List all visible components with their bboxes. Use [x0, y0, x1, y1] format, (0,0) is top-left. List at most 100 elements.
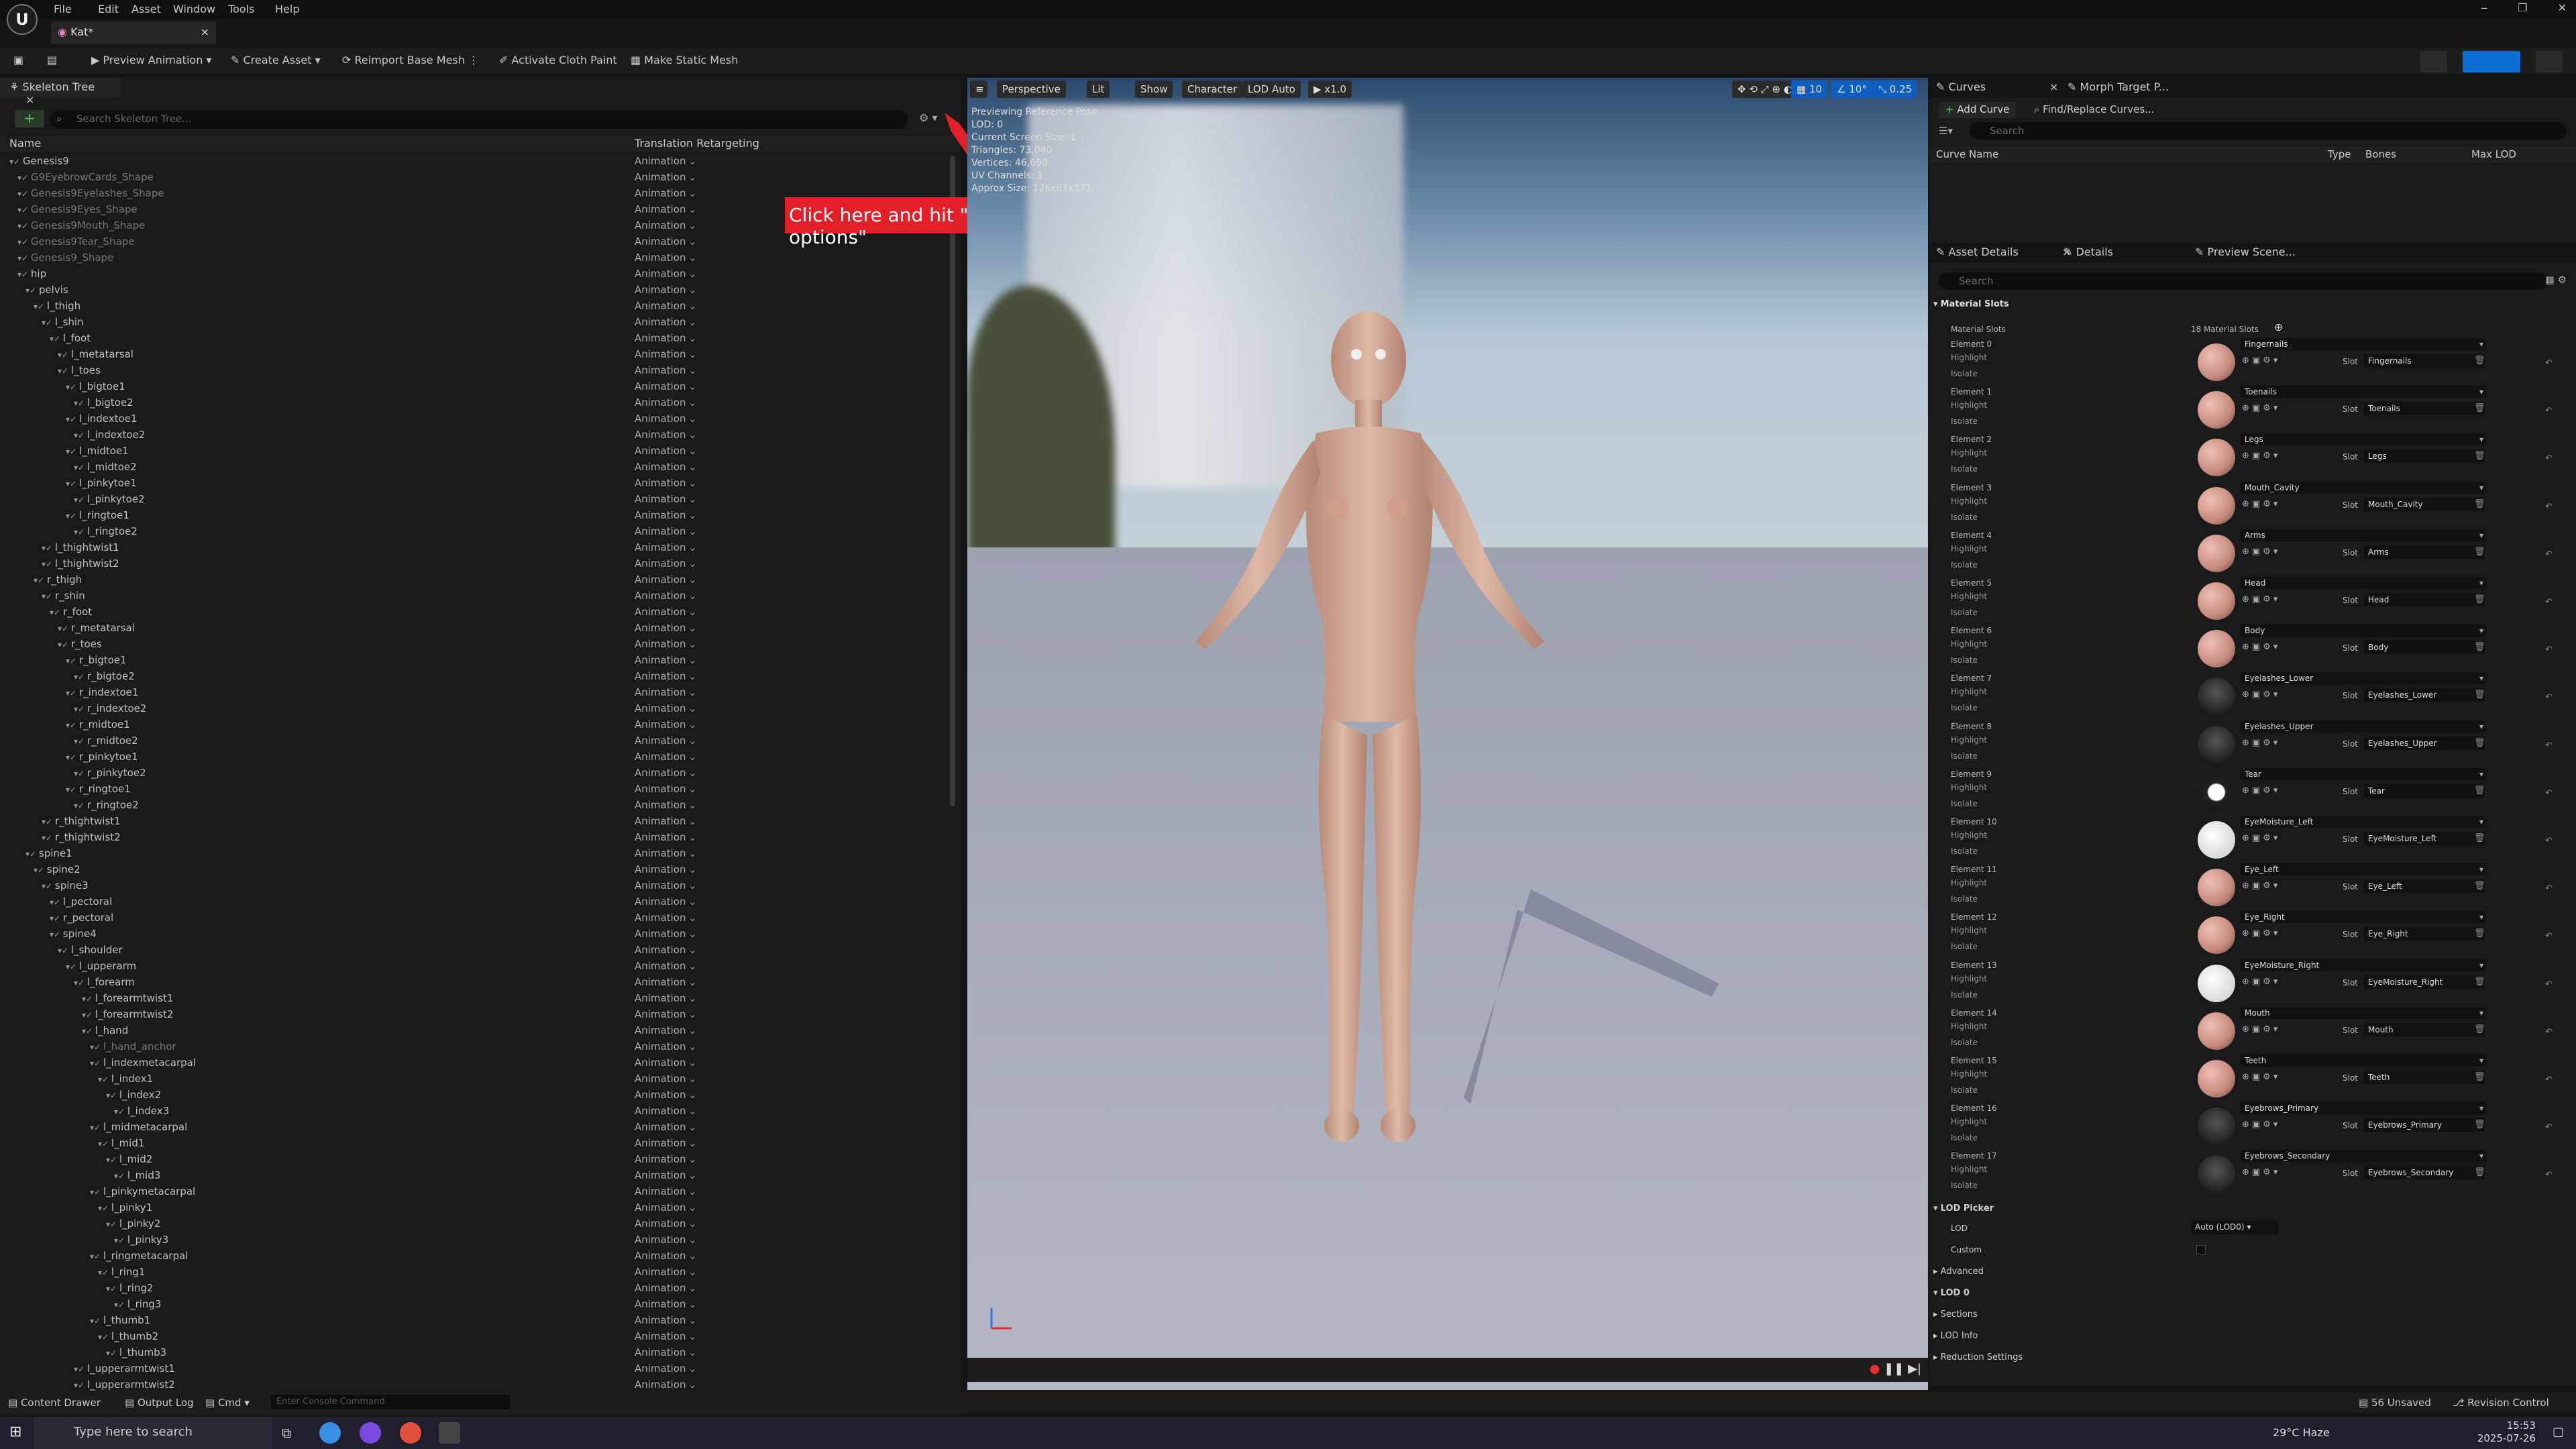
material-dropdown[interactable]: Eyebrows_Primary ▾ — [2241, 1102, 2486, 1115]
highlight-checkbox[interactable]: Highlight — [1951, 926, 1987, 935]
transform-tools[interactable]: ✥ ⟲ ⤢ ⊕ ◐ — [1732, 80, 1798, 98]
translation-retargeting-dropdown[interactable]: Animation — [635, 1234, 686, 1246]
material-action-icons[interactable]: ⊕▣⚙▾ — [2242, 499, 2280, 509]
menu-window[interactable]: Window — [173, 3, 215, 15]
bone-row[interactable]: ▾✓ spine2 Animation ⌄ — [0, 861, 953, 877]
material-thumbnail[interactable] — [2198, 964, 2235, 1002]
bone-icon[interactable]: ▾✓ — [74, 769, 87, 778]
lod0-header[interactable]: ▾ LOD 0 — [1933, 1288, 1970, 1298]
translation-retargeting-dropdown[interactable]: Animation — [635, 912, 686, 924]
bone-row[interactable]: ▾✓ l_ring3 Animation ⌄ — [0, 1296, 953, 1312]
material-dropdown[interactable]: Eyelashes_Lower ▾ — [2241, 672, 2486, 685]
lit-button[interactable]: Lit — [1087, 80, 1110, 98]
playback-controls[interactable]: ● ❚❚ ▶| — [1870, 1362, 1921, 1376]
create-asset-button[interactable]: ✎ Create Asset ▾ — [231, 54, 321, 66]
windows-start-icon[interactable]: ⊞ — [9, 1424, 21, 1440]
material-action-icons[interactable]: ⊕▣⚙▾ — [2242, 881, 2280, 891]
bone-icon[interactable]: ▾✓ — [82, 994, 95, 1004]
translation-retargeting-dropdown[interactable]: Animation — [635, 783, 686, 795]
translation-retargeting-dropdown[interactable]: Animation — [635, 1282, 686, 1294]
translation-retargeting-dropdown[interactable]: Animation — [635, 429, 686, 441]
slot-name-field[interactable]: Head — [2364, 593, 2485, 606]
isolate-checkbox[interactable]: Isolate — [1951, 990, 1978, 1000]
bone-row[interactable]: ▾✓ hip Animation ⌄ — [0, 266, 953, 282]
material-action-icons[interactable]: ⊕▣⚙▾ — [2242, 833, 2280, 843]
material-thumbnail[interactable] — [2198, 725, 2235, 763]
translation-retargeting-dropdown[interactable]: Animation — [635, 928, 686, 940]
make-static-mesh-button[interactable]: ▦ Make Static Mesh — [631, 54, 738, 66]
isolate-checkbox[interactable]: Isolate — [1951, 799, 1978, 808]
translation-retargeting-dropdown[interactable]: Animation — [635, 1040, 686, 1053]
bone-icon[interactable]: ▾✓ — [17, 189, 31, 199]
material-dropdown[interactable]: Toenails ▾ — [2241, 386, 2486, 398]
bone-icon[interactable]: ▾✓ — [74, 1381, 87, 1390]
translation-retargeting-dropdown[interactable]: Animation — [635, 477, 686, 489]
bone-row[interactable]: ▾✓ r_midtoe1 Animation ⌄ — [0, 716, 953, 733]
bone-icon[interactable]: ▾✓ — [114, 1107, 127, 1116]
material-dropdown[interactable]: Legs ▾ — [2241, 433, 2486, 446]
trash-icon[interactable]: 🗑 — [2474, 403, 2485, 413]
bone-icon[interactable]: ▾✓ — [74, 672, 87, 682]
bone-icon[interactable]: ▾✓ — [66, 447, 79, 456]
material-action-icons[interactable]: ⊕▣⚙▾ — [2242, 738, 2280, 748]
bone-row[interactable]: ▾✓ r_indextoe1 Animation ⌄ — [0, 684, 953, 700]
translation-retargeting-dropdown[interactable]: Animation — [635, 767, 686, 779]
slot-name-field[interactable]: Fingernails — [2364, 354, 2485, 368]
translation-retargeting-dropdown[interactable]: Animation — [635, 1073, 686, 1085]
close-icon[interactable]: × — [201, 25, 209, 38]
material-action-icons[interactable]: ⊕▣⚙▾ — [2242, 1167, 2280, 1177]
translation-retargeting-dropdown[interactable]: Animation — [635, 735, 686, 747]
translation-retargeting-dropdown[interactable]: Animation — [635, 590, 686, 602]
bone-row[interactable]: ▾✓ l_index1 Animation ⌄ — [0, 1071, 953, 1087]
material-action-icons[interactable]: ⊕▣⚙▾ — [2242, 928, 2280, 938]
slot-name-field[interactable]: Mouth_Cavity — [2364, 497, 2485, 511]
bone-row[interactable]: ▾✓ l_forearmtwist2 Animation ⌄ — [0, 1006, 953, 1022]
lod-picker-header[interactable]: ▾ LOD Picker — [1933, 1203, 1994, 1214]
bone-row[interactable]: ▾✓ l_pectoral Animation ⌄ — [0, 894, 953, 910]
bone-icon[interactable]: ▾✓ — [98, 1268, 111, 1277]
isolate-checkbox[interactable]: Isolate — [1951, 369, 1978, 378]
advanced-header[interactable]: ▸ Advanced — [1933, 1267, 1984, 1277]
highlight-checkbox[interactable]: Highlight — [1951, 735, 1987, 745]
bone-icon[interactable]: ▾✓ — [50, 914, 63, 923]
translation-retargeting-dropdown[interactable]: Animation — [635, 1024, 686, 1036]
bone-icon[interactable]: ▾✓ — [58, 350, 71, 360]
tab-morph-target[interactable]: ✎ Morph Target P... — [2068, 80, 2169, 93]
trash-icon[interactable]: 🗑 — [2474, 1072, 2485, 1082]
translation-retargeting-dropdown[interactable]: Animation — [635, 896, 686, 908]
bone-row[interactable]: ▾✓ pelvis Animation ⌄ — [0, 282, 953, 298]
bone-row[interactable]: ▾✓ r_pectoral Animation ⌄ — [0, 910, 953, 926]
bone-row[interactable]: ▾✓ l_thumb1 Animation ⌄ — [0, 1312, 953, 1328]
grid-view-icon[interactable]: ▦ ⚙ — [2545, 274, 2567, 286]
translation-retargeting-dropdown[interactable]: Animation — [635, 461, 686, 473]
trash-icon[interactable]: 🗑 — [2474, 356, 2485, 366]
bone-icon[interactable]: ▾✓ — [42, 543, 55, 553]
custom-checkbox[interactable] — [2196, 1245, 2206, 1254]
bone-icon[interactable]: ▾✓ — [106, 1284, 119, 1293]
translation-retargeting-dropdown[interactable]: Animation — [635, 316, 686, 328]
isolate-checkbox[interactable]: Isolate — [1951, 560, 1978, 570]
skeleton-search-input[interactable]: Search Skeleton Tree... — [50, 110, 908, 129]
material-action-icons[interactable]: ⊕▣⚙▾ — [2242, 1024, 2280, 1034]
bone-row[interactable]: ▾✓ l_ringmetacarpal Animation ⌄ — [0, 1248, 953, 1264]
save-icon[interactable]: ▣ — [13, 54, 23, 66]
bone-icon[interactable]: ▾✓ — [74, 737, 87, 746]
translation-retargeting-dropdown[interactable]: Animation — [635, 396, 686, 409]
bone-icon[interactable]: ▾✓ — [90, 1042, 103, 1052]
material-thumbnail[interactable] — [2198, 486, 2235, 525]
browse-icon[interactable]: ▤ — [47, 54, 57, 66]
bone-icon[interactable]: ▾✓ — [90, 1187, 103, 1197]
highlight-checkbox[interactable]: Highlight — [1951, 974, 1987, 983]
bone-row[interactable]: ▾✓ l_mid2 Animation ⌄ — [0, 1151, 953, 1167]
material-dropdown[interactable]: Mouth_Cavity ▾ — [2241, 481, 2486, 494]
isolate-checkbox[interactable]: Isolate — [1951, 417, 1978, 426]
bone-row[interactable]: ▾✓ r_foot Animation ⌄ — [0, 604, 953, 620]
translation-retargeting-dropdown[interactable]: Animation — [635, 268, 686, 280]
isolate-checkbox[interactable]: Isolate — [1951, 847, 1978, 856]
translation-retargeting-dropdown[interactable]: Animation — [635, 219, 686, 231]
bone-icon[interactable]: ▾✓ — [17, 254, 31, 263]
trash-icon[interactable]: 🗑 — [2474, 547, 2485, 557]
trash-icon[interactable]: 🗑 — [2474, 1167, 2485, 1177]
app-icon[interactable] — [400, 1422, 421, 1444]
translation-retargeting-dropdown[interactable]: Animation — [635, 171, 686, 183]
